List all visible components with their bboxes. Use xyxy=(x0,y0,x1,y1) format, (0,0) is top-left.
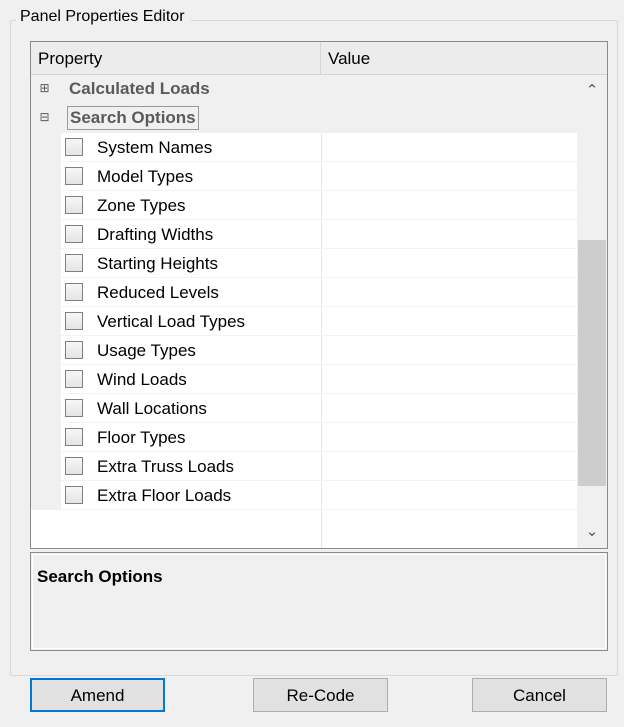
property-row-model-types[interactable]: Model Types xyxy=(31,162,577,191)
property-label: Floor Types xyxy=(97,428,186,447)
checkbox[interactable] xyxy=(65,312,83,330)
property-row-floor-types[interactable]: Floor Types xyxy=(31,423,577,452)
category-label: Calculated Loads xyxy=(69,79,210,98)
property-label: System Names xyxy=(97,138,213,157)
checkbox[interactable] xyxy=(65,341,83,359)
property-label: Model Types xyxy=(97,167,194,186)
panel-properties-editor-window: Panel Properties Editor Property Value ⊞… xyxy=(0,0,624,727)
property-row-usage-types[interactable]: Usage Types xyxy=(31,336,577,365)
checkbox[interactable] xyxy=(65,196,83,214)
property-row-vertical-load-types[interactable]: Vertical Load Types xyxy=(31,307,577,336)
groupbox-title: Panel Properties Editor xyxy=(16,7,191,27)
property-row-wall-locations[interactable]: Wall Locations xyxy=(31,394,577,423)
chevron-down-icon[interactable]: ⌄ xyxy=(577,520,607,544)
collapse-icon[interactable]: ⊟ xyxy=(39,111,50,123)
property-row-starting-heights[interactable]: Starting Heights xyxy=(31,249,577,278)
property-label: Wind Loads xyxy=(97,370,187,389)
checkbox[interactable] xyxy=(65,399,83,417)
property-label: Reduced Levels xyxy=(97,283,219,302)
checkbox[interactable] xyxy=(65,457,83,475)
value-column-header[interactable]: Value xyxy=(321,42,607,74)
property-column-header[interactable]: Property xyxy=(31,42,321,74)
property-label: Drafting Widths xyxy=(97,225,214,244)
property-rows: ⊞ Calculated Loads ⊟ Search Options Syst… xyxy=(31,75,577,548)
recode-button[interactable]: Re-Code xyxy=(253,678,388,712)
property-label: Usage Types xyxy=(97,341,196,360)
property-row-extra-floor-loads[interactable]: Extra Floor Loads xyxy=(31,481,577,510)
amend-button[interactable]: Amend xyxy=(30,678,165,712)
property-row-system-names[interactable]: System Names xyxy=(31,133,577,162)
vertical-scrollbar[interactable]: ⌃ ⌄ xyxy=(577,75,607,548)
checkbox[interactable] xyxy=(65,283,83,301)
property-row-zone-types[interactable]: Zone Types xyxy=(31,191,577,220)
checkbox[interactable] xyxy=(65,225,83,243)
scrollbar-thumb[interactable] xyxy=(578,240,606,486)
property-row-extra-truss-loads[interactable]: Extra Truss Loads xyxy=(31,452,577,481)
property-label: Extra Floor Loads xyxy=(97,486,232,505)
checkbox[interactable] xyxy=(65,486,83,504)
cancel-button[interactable]: Cancel xyxy=(472,678,607,712)
checkbox[interactable] xyxy=(65,370,83,388)
category-label: Search Options xyxy=(67,106,199,130)
description-pane: Search Options xyxy=(30,552,608,651)
checkbox[interactable] xyxy=(65,254,83,272)
property-row-drafting-widths[interactable]: Drafting Widths xyxy=(31,220,577,249)
property-label: Zone Types xyxy=(97,196,186,215)
property-label: Wall Locations xyxy=(97,399,207,418)
expand-icon[interactable]: ⊞ xyxy=(39,82,50,94)
property-grid[interactable]: Property Value ⊞ Calculated Loads ⊟ Sear… xyxy=(30,41,608,549)
property-label: Vertical Load Types xyxy=(97,312,246,331)
grid-header: Property Value xyxy=(31,42,607,75)
description-title: Search Options xyxy=(37,567,163,586)
chevron-up-icon[interactable]: ⌃ xyxy=(577,79,607,103)
checkbox[interactable] xyxy=(65,428,83,446)
category-calculated-loads[interactable]: ⊞ Calculated Loads xyxy=(31,75,577,104)
checkbox[interactable] xyxy=(65,138,83,156)
property-row-wind-loads[interactable]: Wind Loads xyxy=(31,365,577,394)
property-row-reduced-levels[interactable]: Reduced Levels xyxy=(31,278,577,307)
checkbox[interactable] xyxy=(65,167,83,185)
category-search-options[interactable]: ⊟ Search Options xyxy=(31,104,577,133)
property-label: Starting Heights xyxy=(97,254,218,273)
property-label: Extra Truss Loads xyxy=(97,457,235,476)
